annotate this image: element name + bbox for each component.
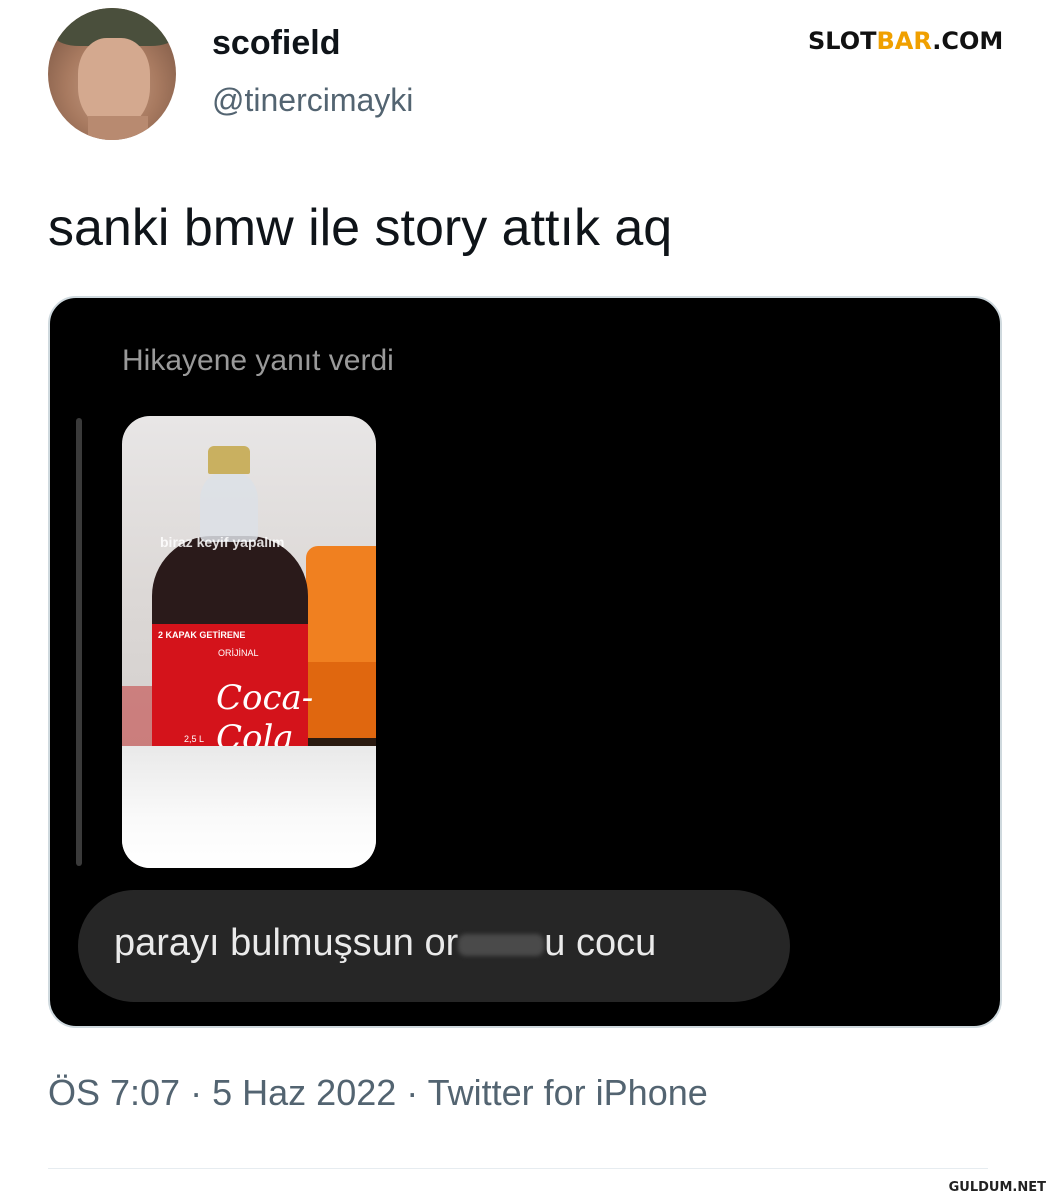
story-label-top: 2 KAPAK GETİRENE: [158, 630, 246, 640]
message-text: parayı bulmuşsun or u cocu: [114, 922, 656, 965]
message-text-after: u cocu: [544, 922, 657, 964]
author-display-name[interactable]: scofield: [212, 24, 340, 63]
story-label-volume: 2,5 L: [184, 734, 205, 744]
tweet-meta: ÖS 7:07 · 5 Haz 2022 · Twitter for iPhon…: [48, 1072, 708, 1114]
message-bubble[interactable]: parayı bulmuşsun or u cocu: [78, 890, 790, 1002]
watermark-bottom: GULDUM.NET: [948, 1180, 1046, 1195]
tweet-date[interactable]: 5 Haz 2022: [212, 1072, 396, 1113]
tweet-media[interactable]: Hikayene yanıt verdi 2 KAPAK GETİRENE OR…: [48, 296, 1002, 1028]
author-handle[interactable]: @tinercimayki: [212, 82, 413, 119]
avatar-neck: [88, 116, 148, 140]
watermark-prefix: SLOT: [808, 27, 877, 55]
author-avatar[interactable]: [48, 8, 176, 140]
story-caption: biraz keyif yapalım: [160, 534, 285, 550]
story-plastic-bag: [122, 746, 376, 868]
message-text-before: parayı bulmuşsun or: [114, 922, 459, 964]
story-thumbnail[interactable]: 2 KAPAK GETİRENE ORİJİNAL Coca-Cola 2,5 …: [122, 416, 376, 868]
meta-separator-2: ·: [406, 1072, 419, 1113]
meta-separator-1: ·: [190, 1072, 203, 1113]
story-bottle-neck: [200, 472, 258, 542]
watermark-suffix: .COM: [932, 27, 1004, 55]
tweet-text: sanki bmw ile story attık aq: [48, 199, 673, 257]
censor-blur: [458, 933, 545, 956]
watermark-logo: SLOTBAR.COM: [808, 24, 1004, 58]
divider: [48, 1168, 988, 1169]
reply-label: Hikayene yanıt verdi: [122, 344, 394, 377]
tweet-timestamp[interactable]: ÖS 7:07: [48, 1072, 180, 1113]
thread-line: [76, 418, 82, 866]
story-bottle-cap: [208, 446, 250, 474]
watermark-accent: BAR: [876, 27, 933, 55]
avatar-face: [78, 38, 150, 128]
story-label-original: ORİJİNAL: [218, 648, 259, 658]
tweet-source[interactable]: Twitter for iPhone: [428, 1072, 708, 1113]
